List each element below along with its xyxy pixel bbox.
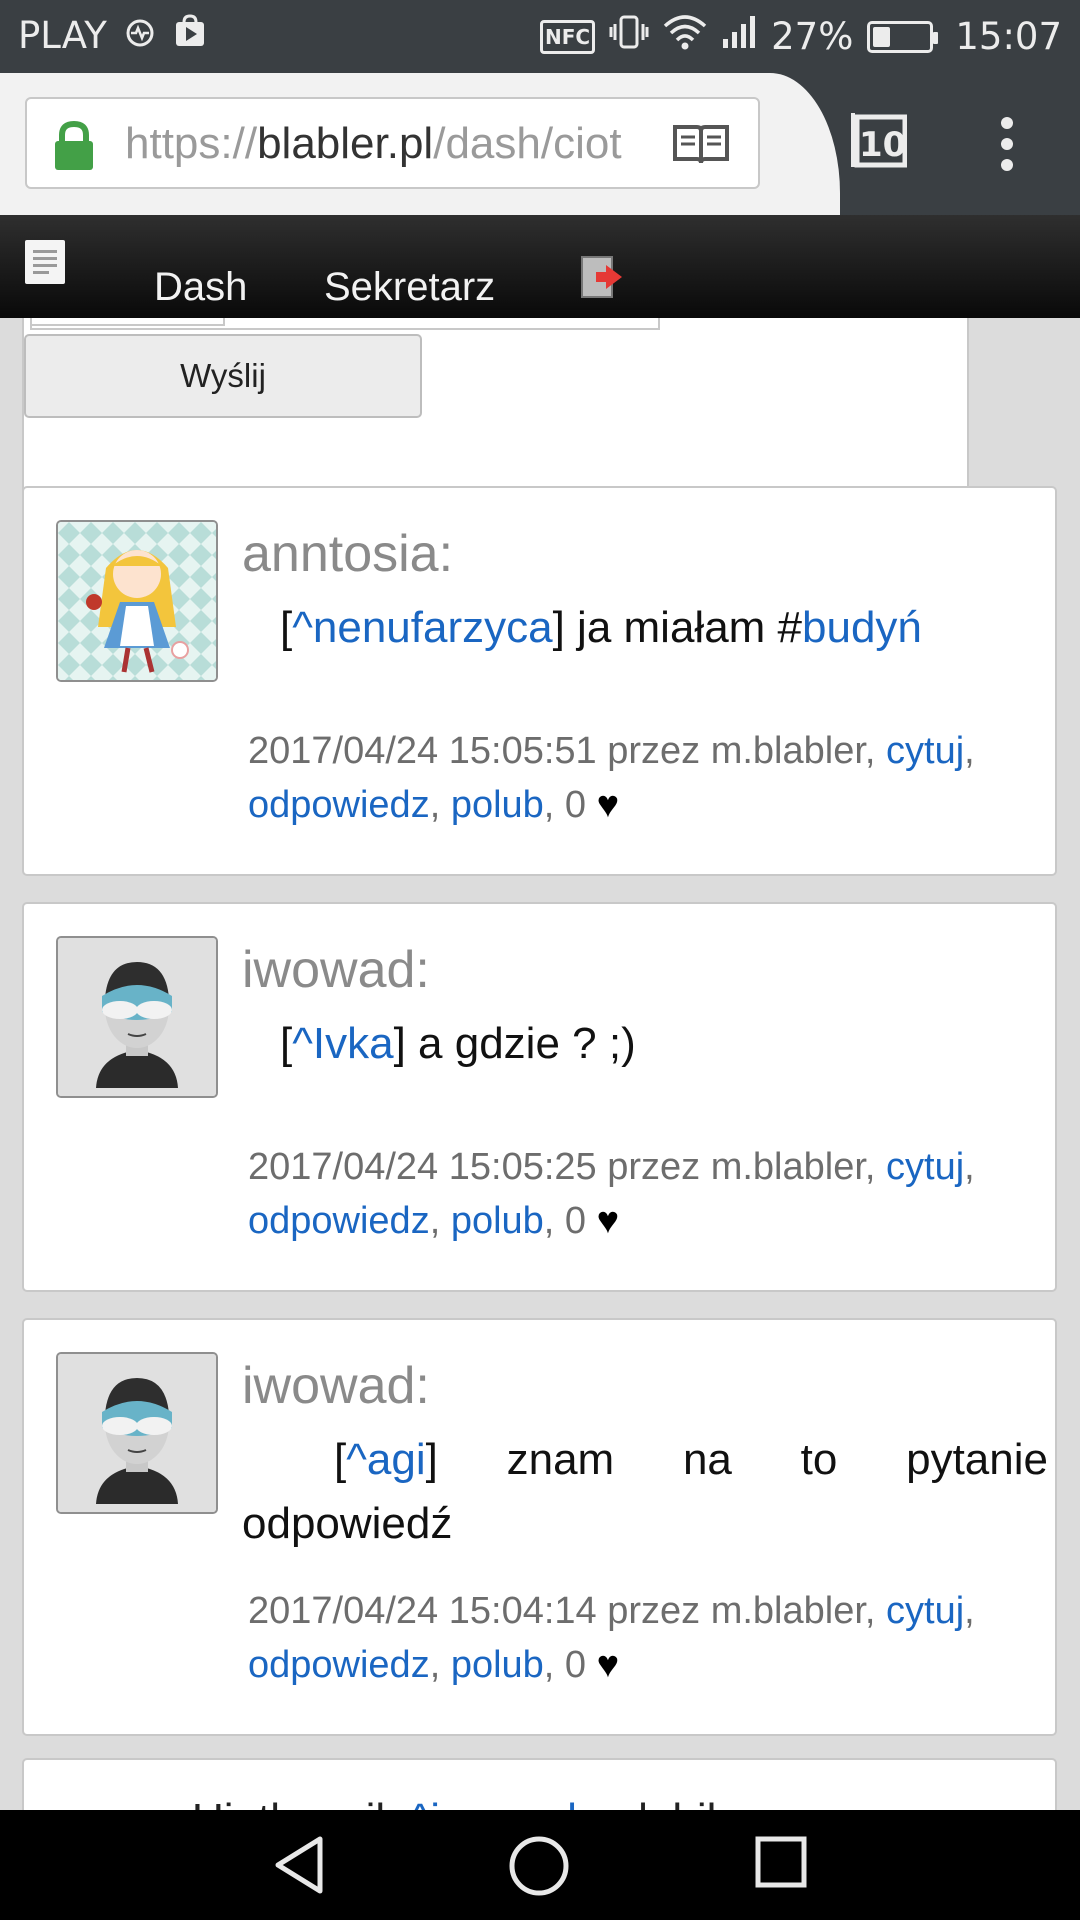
play-store-icon xyxy=(173,14,207,57)
post-item: anntosia: [^nenufarzyca] ja miałam #budy… xyxy=(22,486,1057,876)
logout-icon[interactable] xyxy=(580,255,624,299)
browser-toolbar: https://blabler.pl/dash/ciot 10 xyxy=(0,73,1080,215)
system-nav-bar xyxy=(0,1810,1080,1920)
post-meta: 2017/04/24 15:05:25 przez m.blabler, cyt… xyxy=(248,1146,975,1242)
avatar[interactable] xyxy=(56,936,218,1098)
message-text: a gdzie ? ;) xyxy=(405,1019,636,1068)
signal-icon xyxy=(721,15,757,58)
carrier-label: PLAY xyxy=(18,14,107,57)
battery-percent: 27% xyxy=(771,15,854,58)
post-author[interactable]: iwowad: xyxy=(242,1356,430,1416)
quote-link[interactable]: cytuj xyxy=(886,730,964,772)
post-message: [^agi] znam na to pytanie odpowiedź xyxy=(242,1428,1048,1556)
like-count: 0 xyxy=(564,1644,587,1686)
send-button[interactable]: Wyślij xyxy=(24,334,422,418)
post-date: 2017/04/24 15:05:51 przez m.blabler, xyxy=(248,730,887,772)
post-message: [^Ivka] a gdzie ? ;) xyxy=(280,1019,636,1068)
post-author[interactable]: iwowad: xyxy=(242,940,430,1000)
like-link[interactable]: polub xyxy=(451,784,544,826)
post-meta: 2017/04/24 15:04:14 przez m.blabler, cyt… xyxy=(248,1590,975,1686)
reply-link[interactable]: odpowiedz xyxy=(248,784,430,826)
document-icon[interactable] xyxy=(25,240,65,284)
post-item: iwowad: [^Ivka] a gdzie ? ;) 2017/04/24 … xyxy=(22,902,1057,1292)
mention-link[interactable]: ^agi xyxy=(346,1435,425,1484)
tab-switcher-button[interactable]: 10 xyxy=(845,111,908,173)
battery-icon xyxy=(867,20,939,53)
home-icon[interactable] xyxy=(508,1835,570,1897)
post-date: 2017/04/24 15:04:14 przez m.blabler, xyxy=(248,1590,887,1632)
avatar[interactable] xyxy=(56,520,218,682)
hashtag-link[interactable]: budyń xyxy=(802,603,922,652)
url-scheme: https:// xyxy=(125,119,258,168)
like-count: 0 xyxy=(564,784,587,826)
wifi-icon xyxy=(663,14,707,59)
quote-link[interactable]: cytuj xyxy=(886,1146,964,1188)
activity-icon xyxy=(125,14,155,57)
post-item: Ui, tłumnik ^iwowad polubił xyxy=(22,1758,1057,1810)
url-domain: blabler.pl xyxy=(257,119,434,168)
post-message: [^nenufarzyca] ja miałam #budyń xyxy=(280,603,922,652)
post-meta: 2017/04/24 15:05:51 przez m.blabler, cyt… xyxy=(248,730,975,826)
nav-sekretarz[interactable]: Sekretarz xyxy=(324,265,495,310)
reply-link[interactable]: odpowiedz xyxy=(248,1644,430,1686)
url-path: /dash/ciot xyxy=(433,119,622,168)
tab-count: 10 xyxy=(859,125,907,165)
content-area: Wyślij anntosia: [^nenufarzyca] ja miała… xyxy=(0,318,1080,1810)
avatar[interactable] xyxy=(56,1352,218,1514)
post-date: 2017/04/24 15:05:25 przez m.blabler, xyxy=(248,1146,887,1188)
mention-link[interactable]: ^Ivka xyxy=(292,1019,393,1068)
attach-input[interactable] xyxy=(30,318,225,326)
heart-icon: ♥ xyxy=(596,1200,620,1242)
like-link[interactable]: polub xyxy=(451,1644,544,1686)
like-link[interactable]: polub xyxy=(451,1200,544,1242)
message-text: ja miałam # xyxy=(564,603,803,652)
mention-link[interactable]: ^nenufarzyca xyxy=(292,603,552,652)
vibrate-icon xyxy=(609,14,649,59)
heart-icon: ♥ xyxy=(596,1644,620,1686)
like-count: 0 xyxy=(564,1200,587,1242)
recents-icon[interactable] xyxy=(754,1835,808,1891)
post-message: Ui, tłumnik ^iwowad polubił xyxy=(192,1788,716,1810)
post-item: iwowad: [^agi] znam na to pytanie odpowiedź … xyxy=(22,1318,1057,1736)
back-icon[interactable] xyxy=(272,1835,326,1895)
overflow-menu-icon[interactable] xyxy=(995,117,1019,173)
reader-mode-icon[interactable] xyxy=(672,123,730,167)
site-nav: Dash Sekretarz xyxy=(0,215,1080,318)
nfc-icon: NFC xyxy=(540,19,596,54)
url-text[interactable]: https://blabler.pl/dash/ciot xyxy=(125,119,665,169)
lock-icon xyxy=(53,120,95,171)
heart-icon: ♥ xyxy=(596,784,620,826)
address-bar[interactable]: https://blabler.pl/dash/ciot xyxy=(25,97,760,189)
nav-dash[interactable]: Dash xyxy=(154,265,247,310)
post-author[interactable]: anntosia: xyxy=(242,524,453,584)
clock: 15:07 xyxy=(955,15,1062,58)
status-bar: PLAY NFC 27% 15:07 xyxy=(0,0,1080,73)
message-line: [^agi] znam na to pytanie xyxy=(334,1435,1048,1484)
mention-link[interactable]: ^iwowad xyxy=(410,1795,577,1810)
reply-link[interactable]: odpowiedz xyxy=(248,1200,430,1242)
quote-link[interactable]: cytuj xyxy=(886,1590,964,1632)
message-text: odpowiedź xyxy=(242,1499,453,1548)
